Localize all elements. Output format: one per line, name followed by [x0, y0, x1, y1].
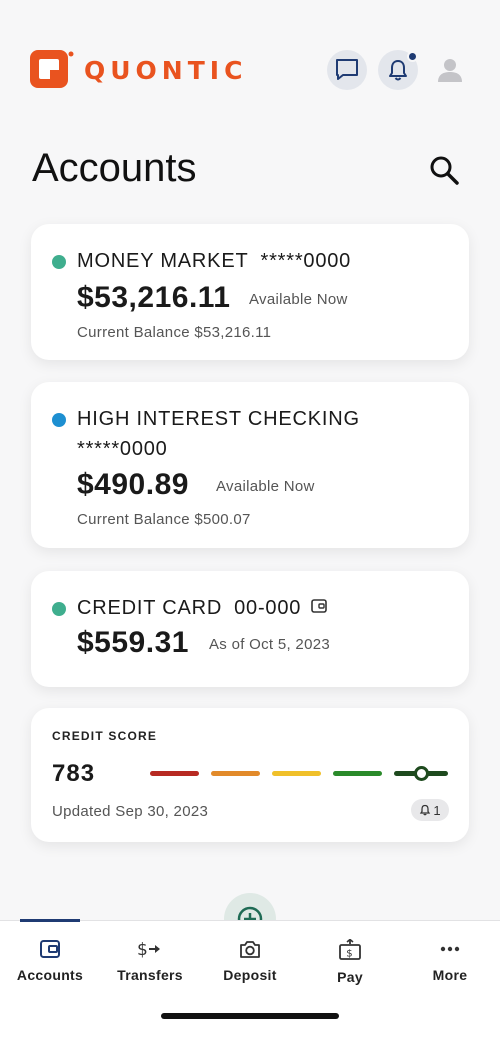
app-header: QUONTIC [0, 0, 500, 130]
transfer-icon: $ [137, 940, 160, 959]
wallet-icon [311, 599, 327, 613]
tab-label: Deposit [223, 967, 277, 983]
svg-text:$: $ [137, 940, 148, 959]
active-tab-indicator [20, 919, 80, 922]
account-status-dot [52, 413, 66, 427]
tab-deposit[interactable]: Deposit [200, 939, 300, 983]
account-status-dot [52, 255, 66, 269]
search-icon[interactable] [428, 154, 460, 186]
chat-button[interactable] [327, 50, 367, 90]
bottom-tab-bar: Accounts $ Transfers Deposit $ Pay More [0, 919, 500, 1044]
tab-more[interactable]: More [400, 939, 500, 983]
credit-score-card[interactable]: CREDIT SCORE 783 Updated Sep 30, 2023 1 [31, 708, 469, 842]
current-balance: Current Balance $500.07 [77, 511, 251, 528]
account-number: *****0000 [77, 438, 168, 460]
bell-icon [420, 804, 431, 816]
svg-text:$: $ [346, 949, 352, 960]
pay-bill-icon: $ [339, 939, 361, 960]
score-bar-very-good [333, 771, 382, 776]
account-number: 00-000 [234, 597, 302, 619]
score-bar-poor [150, 771, 199, 776]
as-of-date: As of Oct 5, 2023 [209, 636, 330, 653]
tab-accounts[interactable]: Accounts [0, 939, 100, 983]
page-title: Accounts [32, 146, 197, 190]
account-name: HIGH INTEREST CHECKING [77, 408, 360, 430]
camera-icon [240, 941, 260, 958]
notification-badge [407, 51, 418, 62]
alert-count: 1 [433, 802, 441, 818]
tab-label: Transfers [117, 967, 183, 983]
home-indicator [161, 1013, 339, 1019]
credit-alert-badge[interactable]: 1 [411, 799, 449, 821]
logo-mark-icon [30, 50, 74, 88]
credit-score-updated: Updated Sep 30, 2023 [52, 803, 209, 820]
wallet-icon [40, 940, 60, 958]
more-dots-icon [440, 946, 460, 952]
quontic-logo: QUONTIC [30, 50, 247, 90]
account-status-dot [52, 602, 66, 616]
tab-pay[interactable]: $ Pay [300, 939, 400, 985]
tab-label: More [432, 967, 468, 983]
notifications-button[interactable] [378, 50, 418, 90]
tab-transfers[interactable]: $ Transfers [100, 939, 200, 983]
chat-bubble-icon [336, 59, 358, 80]
available-balance: $53,216.11 [77, 281, 231, 314]
credit-score-value: 783 [52, 760, 96, 787]
person-icon[interactable] [436, 56, 464, 84]
available-label: Available Now [249, 291, 348, 308]
tab-label: Pay [337, 969, 363, 985]
account-name: MONEY MARKET *****0000 [77, 250, 352, 272]
credit-score-label: CREDIT SCORE [52, 729, 158, 743]
score-marker [414, 766, 429, 781]
available-balance: $490.89 [77, 468, 189, 501]
account-name: CREDIT CARD 00-000 [77, 597, 302, 619]
current-balance: Current Balance $53,216.11 [77, 324, 272, 341]
account-card-money-market[interactable]: MONEY MARKET *****0000 $53,216.11 Availab… [31, 224, 469, 360]
score-bar-fair [211, 771, 260, 776]
account-card-high-interest-checking[interactable]: HIGH INTEREST CHECKING *****0000 $490.89… [31, 382, 469, 548]
tab-label: Accounts [16, 967, 84, 983]
account-number: *****0000 [260, 250, 352, 272]
bell-icon [389, 60, 407, 81]
score-bar-good [272, 771, 321, 776]
statement-balance: $559.31 [77, 626, 189, 659]
brand-name: QUONTIC [84, 55, 248, 85]
account-card-credit-card[interactable]: CREDIT CARD 00-000 $559.31 As of Oct 5, 2… [31, 571, 469, 687]
available-label: Available Now [216, 478, 315, 495]
